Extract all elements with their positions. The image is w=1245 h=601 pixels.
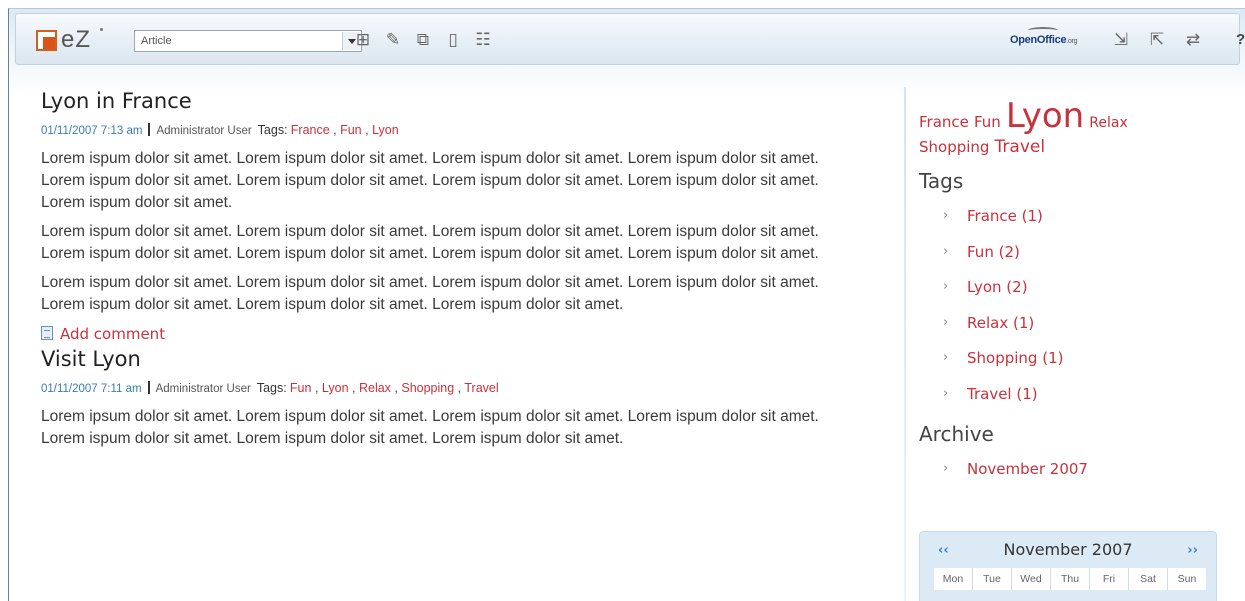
document-icon: [41, 326, 53, 340]
meta-divider: [148, 123, 151, 136]
class-select-value: Article: [141, 35, 172, 47]
post-tag-link[interactable]: France: [291, 123, 330, 137]
blog-post: Lyon in France 01/11/2007 7:13 am Adminis…: [41, 89, 861, 347]
calendar-weekdays: Mon Tue Wed Thu Fri Sat Sun: [934, 568, 1206, 590]
archive-item[interactable]: November 2007: [943, 454, 1219, 490]
tag-list-item[interactable]: Relax (1): [943, 308, 1219, 344]
remove-icon[interactable]: ▯: [442, 29, 464, 51]
calendar: November 2007 ‹‹ ›› Mon Tue Wed Thu Fri …: [919, 531, 1217, 601]
weekday-label: Fri: [1090, 568, 1129, 590]
post-title[interactable]: Visit Lyon: [41, 347, 861, 377]
meta-divider: [147, 381, 150, 394]
tag-cloud-link[interactable]: France: [919, 113, 969, 131]
tag-cloud-link[interactable]: Fun: [974, 113, 1001, 131]
export-icon[interactable]: ⇱: [1146, 29, 1168, 51]
replace-icon[interactable]: ⇄: [1182, 29, 1204, 51]
ez-logo[interactable]: eZ: [36, 26, 126, 53]
post-paragraph: Lorem ispum dolor sit amet. Lorem ispum …: [41, 274, 819, 313]
tag-list-item[interactable]: Fun (2): [943, 237, 1219, 273]
weekday-label: Tue: [973, 568, 1012, 590]
post-meta: 01/11/2007 7:11 am Administrator User Tags…: [41, 377, 861, 399]
post-tag-link[interactable]: Travel: [464, 381, 498, 395]
edit-icon[interactable]: ✎: [382, 29, 404, 51]
archive-list: November 2007: [943, 454, 1219, 490]
weekday-label: Thu: [1051, 568, 1090, 590]
import-icon[interactable]: ⇲: [1110, 29, 1132, 51]
sidebar-divider: [904, 87, 906, 601]
ez-toolbar: eZ Article ⊞ ✎ ⧉ ▯ ☷ OpenOffice.org ⇲ ⇱ …: [15, 13, 1245, 65]
post-paragraph: Lorem ispum dolor sit amet. Lorem ispum …: [41, 150, 819, 211]
weekday-label: Wed: [1012, 568, 1051, 590]
post-author: Administrator User: [156, 125, 252, 137]
sidebar: France Fun Lyon Relax Shopping Travel Tag…: [919, 99, 1219, 490]
tag-list-item[interactable]: France (1): [943, 201, 1219, 237]
openoffice-swoosh-icon: [1028, 27, 1058, 34]
post-author: Administrator User: [155, 383, 251, 395]
ez-logo-text: eZ: [61, 26, 92, 53]
calendar-next-button[interactable]: ››: [1187, 543, 1198, 558]
add-comment-link[interactable]: Add comment: [41, 321, 861, 347]
tag-separator: ,: [390, 381, 402, 395]
weekday-label: Mon: [934, 568, 973, 590]
post-tag-link[interactable]: Lyon: [322, 381, 349, 395]
post-paragraph: Lorem ipsum dolor sit amet. Lorem ispum …: [41, 408, 819, 447]
tag-list-item[interactable]: Shopping (1): [943, 343, 1219, 379]
post-tag-link[interactable]: Fun: [340, 123, 362, 137]
openoffice-logo-suffix: .org: [1066, 38, 1078, 45]
weekday-label: Sun: [1177, 573, 1197, 585]
tags-label: Tags:: [256, 381, 287, 395]
archive-heading: Archive: [919, 422, 994, 446]
class-select[interactable]: Article: [134, 30, 362, 52]
tags-heading: Tags: [919, 169, 964, 193]
tag-list-item[interactable]: Lyon (2): [943, 272, 1219, 308]
post-tag-link[interactable]: Fun: [290, 381, 312, 395]
tag-separator: ,: [311, 381, 322, 395]
sitemap-icon[interactable]: ☷: [472, 29, 494, 51]
browser-frame: eZ Article ⊞ ✎ ⧉ ▯ ☷ OpenOffice.org ⇲ ⇱ …: [8, 8, 1245, 601]
weekday-label: Sat: [1129, 568, 1168, 590]
tag-separator: ,: [348, 381, 359, 395]
tag-cloud-link[interactable]: Shopping: [919, 138, 989, 156]
post-tag-link[interactable]: Relax: [359, 381, 391, 395]
tag-separator: ,: [361, 123, 373, 137]
main-content: Lyon in France 01/11/2007 7:13 am Adminis…: [41, 89, 861, 455]
logo-mark: [100, 28, 103, 31]
tags-label: Tags:: [257, 123, 288, 137]
tag-cloud-link[interactable]: Relax: [1089, 115, 1127, 131]
tag-cloud-link[interactable]: Lyon: [1006, 96, 1084, 136]
new-icon[interactable]: ⊞: [352, 29, 374, 51]
post-meta: 01/11/2007 7:13 am Administrator User Tags…: [41, 119, 861, 141]
move-icon[interactable]: ⧉: [412, 29, 434, 51]
post-tag-link[interactable]: Shopping: [401, 381, 454, 395]
openoffice-logo-text: OpenOffice: [1010, 34, 1067, 46]
tag-separator: ,: [329, 123, 341, 137]
calendar-header: November 2007 ‹‹ ››: [920, 540, 1216, 562]
post-paragraph: Lorem ispum dolor sit amet. Lorem ispum …: [41, 223, 819, 262]
tag-list: France (1) Fun (2) Lyon (2) Relax (1) Sh…: [943, 201, 1219, 414]
post-date: 01/11/2007 7:13 am: [41, 125, 143, 137]
calendar-title: November 2007: [1003, 540, 1133, 559]
post-date: 01/11/2007 7:11 am: [41, 383, 142, 395]
post-tag-link[interactable]: Lyon: [372, 123, 399, 137]
blog-post: Visit Lyon 01/11/2007 7:11 am Administrat…: [41, 347, 861, 450]
calendar-prev-button[interactable]: ‹‹: [938, 543, 949, 558]
openoffice-logo: OpenOffice.org: [1010, 34, 1077, 46]
tag-list-item[interactable]: Travel (1): [943, 379, 1219, 415]
post-title[interactable]: Lyon in France: [41, 89, 861, 119]
ez-logo-icon: [36, 30, 57, 51]
tag-separator: ,: [454, 381, 465, 395]
tag-cloud-link[interactable]: Travel: [995, 137, 1046, 157]
help-button[interactable]: ?: [1236, 31, 1245, 48]
tag-cloud: France Fun Lyon Relax Shopping Travel: [919, 99, 1219, 159]
add-comment-label: Add comment: [60, 325, 166, 343]
